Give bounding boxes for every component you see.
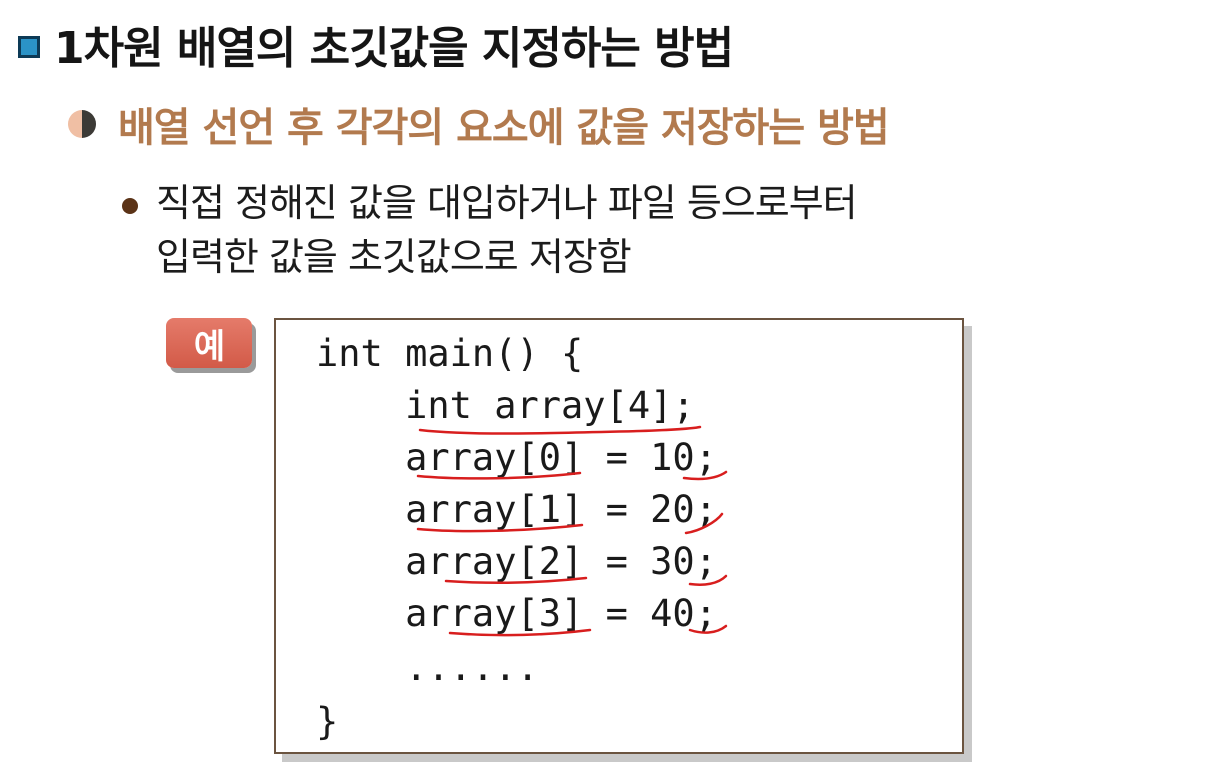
description-text: 직접 정해진 값을 대입하거나 파일 등으로부터 입력한 값을 초깃값으로 저장… [156, 176, 858, 284]
code-line-1: int main() { [316, 332, 584, 375]
description-line-1: 직접 정해진 값을 대입하거나 파일 등으로부터 [156, 181, 858, 225]
code-line-8: } [316, 700, 339, 743]
example-badge: 예 [166, 318, 252, 368]
code-box: int main() { int array[4]; array[0] = 10… [274, 318, 964, 754]
code-line-7: ...... [316, 646, 539, 689]
square-bullet-icon [18, 36, 40, 58]
dot-bullet-icon [122, 198, 138, 214]
code-line-6: array[3] = 40; [316, 592, 717, 635]
description-line-2: 입력한 값을 초깃값으로 저장함 [156, 235, 632, 279]
subtitle-row: 배열 선언 후 각각의 요소에 값을 저장하는 방법 [68, 96, 890, 152]
description-item: 직접 정해진 값을 대입하거나 파일 등으로부터 입력한 값을 초깃값으로 저장… [122, 176, 858, 284]
code-line-3: array[0] = 10; [316, 436, 717, 479]
half-circle-bullet-icon [68, 110, 96, 138]
code-line-5: array[2] = 30; [316, 540, 717, 583]
slide-title: 1차원 배열의 초깃값을 지정하는 방법 [18, 14, 734, 74]
code-line-2: int array[4]; [316, 384, 695, 427]
title-text: 1차원 배열의 초깃값을 지정하는 방법 [54, 23, 734, 74]
subtitle-text: 배열 선언 후 각각의 요소에 값을 저장하는 방법 [118, 105, 890, 151]
code-line-4: array[1] = 20; [316, 488, 717, 531]
